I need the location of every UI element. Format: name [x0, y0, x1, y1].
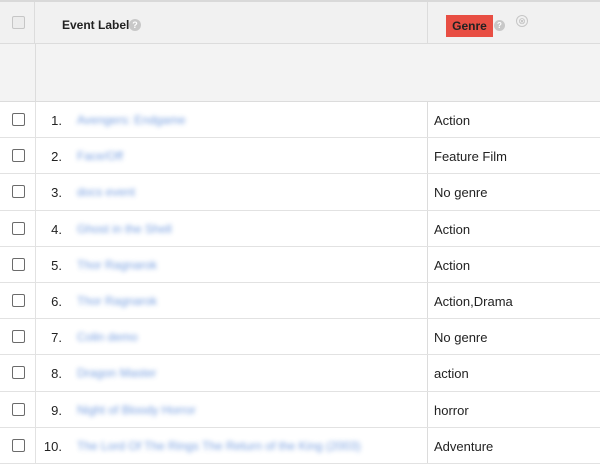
column-divider — [427, 282, 428, 319]
event-label-link[interactable]: The Lord Of The Rings The Return of the … — [77, 439, 361, 453]
table-row: 9. Night of Bloody Horror horror — [0, 391, 600, 428]
row-index: 7. — [51, 330, 62, 346]
column-divider — [35, 102, 36, 138]
genre-header-badge[interactable]: Genre — [446, 15, 493, 37]
row-checkbox[interactable] — [12, 257, 25, 271]
event-label-header[interactable]: Event Label — [62, 18, 129, 32]
row-checkbox[interactable] — [12, 113, 25, 126]
row-index: 9. — [51, 402, 62, 418]
table-row: 8. Dragon Master action — [0, 355, 600, 392]
select-all-checkbox[interactable] — [12, 16, 25, 29]
table-row: 4. Ghost in the Shell Action — [0, 210, 600, 247]
genre-value: No genre — [434, 185, 488, 201]
column-divider — [35, 246, 36, 282]
genre-value: Action — [434, 221, 471, 237]
table-row: 7. Colin demo No genre — [0, 319, 600, 356]
column-divider — [35, 44, 36, 101]
table-row: 1. Avengers: Endgame Action — [0, 102, 600, 139]
row-index: 5. — [51, 257, 62, 273]
column-divider — [35, 138, 36, 174]
event-label-link[interactable]: Dragon Master — [77, 366, 156, 380]
column-divider — [427, 210, 428, 246]
table-row: 3. docs event No genre — [0, 174, 600, 211]
column-divider — [427, 174, 428, 210]
header-spacer-row — [0, 44, 600, 102]
row-index: 2. — [51, 149, 62, 165]
row-checkbox[interactable] — [12, 330, 25, 344]
column-divider — [427, 355, 428, 391]
table-row: 2. Face/Off Feature Film — [0, 138, 600, 175]
column-divider — [427, 102, 428, 138]
row-checkbox[interactable] — [12, 149, 25, 163]
column-divider — [427, 427, 428, 463]
event-label-link[interactable]: Face/Off — [77, 149, 123, 163]
genre-help-icon[interactable]: ? — [494, 20, 505, 31]
genre-value: action — [434, 366, 469, 382]
row-index: 1. — [51, 113, 62, 128]
column-divider — [427, 319, 428, 355]
column-divider — [35, 174, 36, 210]
column-divider — [427, 391, 428, 427]
genre-value: horror — [434, 402, 469, 418]
event-label-link[interactable]: Night of Bloody Horror — [77, 403, 196, 417]
column-divider — [427, 246, 428, 282]
event-label-link[interactable]: Thor Ragnarok — [77, 258, 157, 272]
row-index: 10. — [43, 438, 62, 454]
genre-header-cell: Genre ? ⊗ — [427, 2, 600, 44]
event-label-link[interactable]: Colin demo — [77, 330, 138, 344]
event-label-link[interactable]: docs event — [77, 185, 135, 199]
select-all-cell — [0, 2, 35, 44]
help-icon[interactable]: ? — [129, 19, 141, 31]
genre-value: No genre — [434, 330, 488, 346]
genre-value: Action,Drama — [434, 293, 513, 309]
genre-value: Feature Film — [434, 149, 507, 165]
genre-value: Adventure — [434, 438, 494, 454]
row-index: 8. — [51, 366, 62, 382]
row-index: 6. — [51, 293, 62, 309]
column-divider — [427, 138, 428, 174]
table-row: 5. Thor Ragnarok Action — [0, 246, 600, 283]
row-index: 4. — [51, 221, 62, 237]
row-checkbox[interactable] — [12, 366, 25, 380]
table-header: Event Label ? Genre ? ⊗ — [0, 0, 600, 44]
row-checkbox[interactable] — [12, 402, 25, 416]
column-divider — [35, 427, 36, 463]
column-divider — [35, 355, 36, 391]
event-label-link[interactable]: Thor Ragnarok — [77, 294, 157, 308]
remove-dimension-icon[interactable]: ⊗ — [516, 15, 528, 27]
event-label-link[interactable]: Ghost in the Shell — [77, 222, 172, 236]
row-checkbox[interactable] — [12, 185, 25, 199]
column-divider — [35, 319, 36, 355]
event-label-link[interactable]: Avengers: Endgame — [77, 113, 186, 127]
table-row: 10. The Lord Of The Rings The Return of … — [0, 427, 600, 464]
row-checkbox[interactable] — [12, 438, 25, 452]
data-table: Event Label ? Genre ? ⊗ 1. Avengers: End… — [0, 0, 600, 472]
genre-value: Action — [434, 257, 471, 273]
row-checkbox[interactable] — [12, 293, 25, 307]
column-divider — [35, 210, 36, 246]
row-checkbox[interactable] — [12, 221, 25, 235]
table-row: 6. Thor Ragnarok Action,Drama — [0, 282, 600, 320]
row-index: 3. — [51, 185, 62, 201]
column-divider — [35, 282, 36, 319]
genre-value: Action — [434, 113, 471, 128]
table-body: 1. Avengers: Endgame Action 2. Face/Off … — [0, 102, 600, 464]
column-divider — [35, 391, 36, 427]
